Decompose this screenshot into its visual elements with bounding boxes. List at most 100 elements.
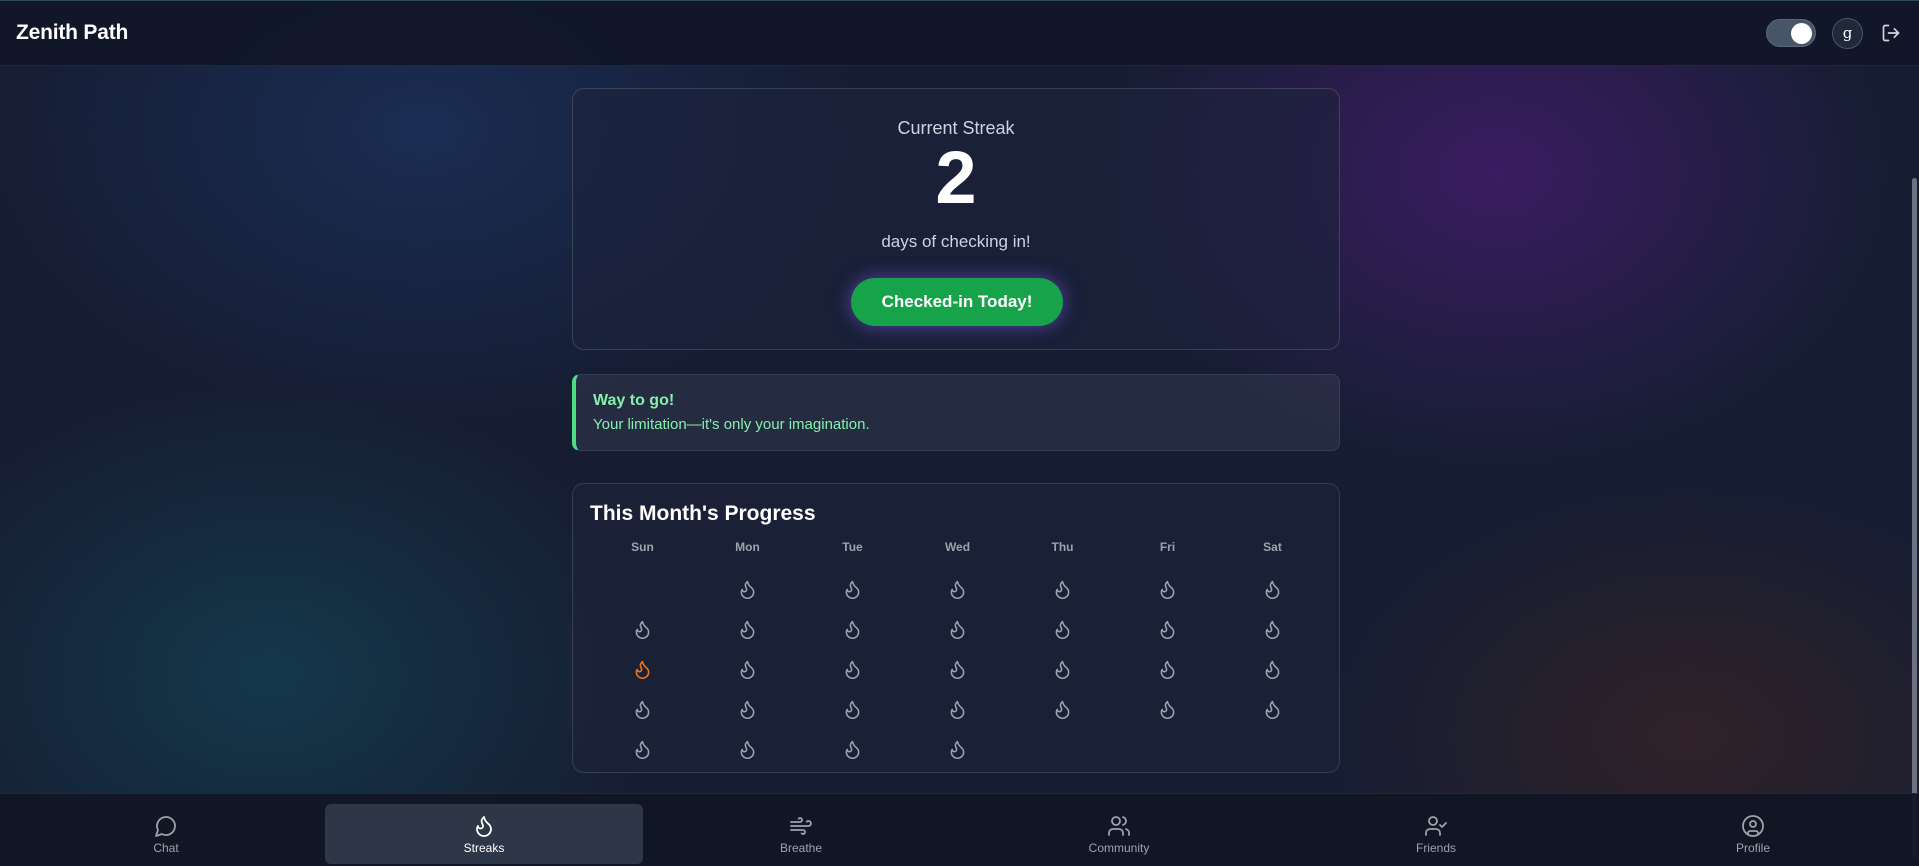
nav-friends[interactable]: Friends [1277,804,1595,864]
nav-label: Friends [1415,840,1456,855]
nav-label: Profile [1735,840,1770,855]
nav-chat[interactable]: Chat [7,804,325,864]
chat-icon [155,815,176,837]
calendar-day-6 [1220,569,1325,609]
calendar-day-16 [800,649,905,689]
weekday-label: Sun [631,540,654,554]
header-actions: g [1766,17,1903,49]
theme-toggle[interactable] [1766,19,1816,47]
calendar-day-17 [905,649,1010,689]
weekday-label: Sat [1263,540,1282,554]
app-title: Zenith Path [16,21,129,44]
flame-icon [950,580,965,599]
calendar-blank-cell [590,569,695,609]
calendar-day-21 [590,689,695,729]
calendar-day-4 [1010,569,1115,609]
flame-icon [740,740,755,759]
calendar-day-29 [695,729,800,769]
motivation-title: Way to go! [593,392,675,409]
scrollbar-thumb[interactable] [1912,178,1917,858]
calendar-grid [590,569,1325,769]
calendar-day-23 [800,689,905,729]
nav-streaks[interactable]: Streaks [325,804,643,864]
calendar-day-26 [1115,689,1220,729]
flame-icon [740,580,755,599]
flame-icon [1265,700,1280,719]
bottom-nav: Chat Streaks Breathe Community Friends P… [0,793,1919,866]
weekday-label: Wed [944,540,971,554]
calendar-day-10 [905,609,1010,649]
nav-label: Community [1088,840,1150,855]
calendar-day-25 [1010,689,1115,729]
motivation-text: Your limitation—it's only your imaginati… [593,416,870,433]
streak-card: Current Streak 2 days of checking in! Ch… [572,88,1340,350]
calendar-day-15 [695,649,800,689]
nav-label: Breathe [779,840,823,855]
users-icon [1108,815,1130,836]
calendar-day-19 [1115,649,1220,689]
user-check-icon [1425,815,1447,836]
progress-title: This Month's Progress [590,502,816,525]
flame-icon [740,660,755,679]
calendar-day-20 [1220,649,1325,689]
calendar-day-12 [1115,609,1220,649]
calendar-day-13 [1220,609,1325,649]
weekday-label: Fri [1159,540,1176,554]
flame-icon [1265,580,1280,599]
flame-active-icon [635,660,650,679]
user-circle-icon [1742,814,1764,837]
calendar-day-28 [590,729,695,769]
flame-icon [950,620,965,639]
flame-icon [1160,620,1175,639]
streak-count: 2 [935,136,977,219]
wind-icon [790,816,812,835]
flame-icon [845,700,860,719]
avatar[interactable]: g [1832,17,1863,49]
flame-icon [1160,700,1175,719]
calendar-day-31 [905,729,1010,769]
nav-label: Chat [153,840,179,855]
weekday-label: Tue [842,540,863,554]
weekday-label: Thu [1051,540,1074,554]
calendar-day-5 [1115,569,1220,609]
top-header: Zenith Path g [0,0,1919,66]
flame-icon [950,700,965,719]
weekday-header: Sun Mon Tue Wed Thu Fri Sat [590,540,1325,554]
checkin-button[interactable]: Checked-in Today! [851,278,1063,326]
weekday-label: Mon [735,540,760,554]
flame-icon [845,740,860,759]
calendar-day-1 [695,569,800,609]
logout-icon[interactable] [1879,21,1903,45]
calendar-day-7 [590,609,695,649]
nav-profile[interactable]: Profile [1594,804,1912,864]
streak-subtitle: days of checking in! [881,232,1031,251]
flame-icon [635,740,650,759]
calendar-day-24 [905,689,1010,729]
flame-icon [635,700,650,719]
calendar-day-30 [800,729,905,769]
calendar-day-27 [1220,689,1325,729]
calendar-day-3 [905,569,1010,609]
calendar-day-22 [695,689,800,729]
flame-icon [635,620,650,639]
flame-icon [1160,660,1175,679]
flame-icon [845,660,860,679]
flame-icon [740,700,755,719]
flame-icon [950,660,965,679]
nav-community[interactable]: Community [960,804,1278,864]
flame-icon [476,815,492,837]
calendar-day-14 [590,649,695,689]
motivation-banner: Way to go! Your limitation—it's only you… [572,374,1340,451]
flame-icon [1160,580,1175,599]
calendar-day-18 [1010,649,1115,689]
calendar-day-2 [800,569,905,609]
flame-icon [845,620,860,639]
nav-label: Streaks [463,840,505,855]
calendar-day-11 [1010,609,1115,649]
scrollbar[interactable] [1910,66,1919,858]
nav-breathe[interactable]: Breathe [642,804,960,864]
flame-icon [1055,580,1070,599]
monthly-progress-card: This Month's Progress Sun Mon Tue Wed Th… [572,483,1340,773]
calendar-day-8 [695,609,800,649]
toggle-knob [1791,23,1812,44]
